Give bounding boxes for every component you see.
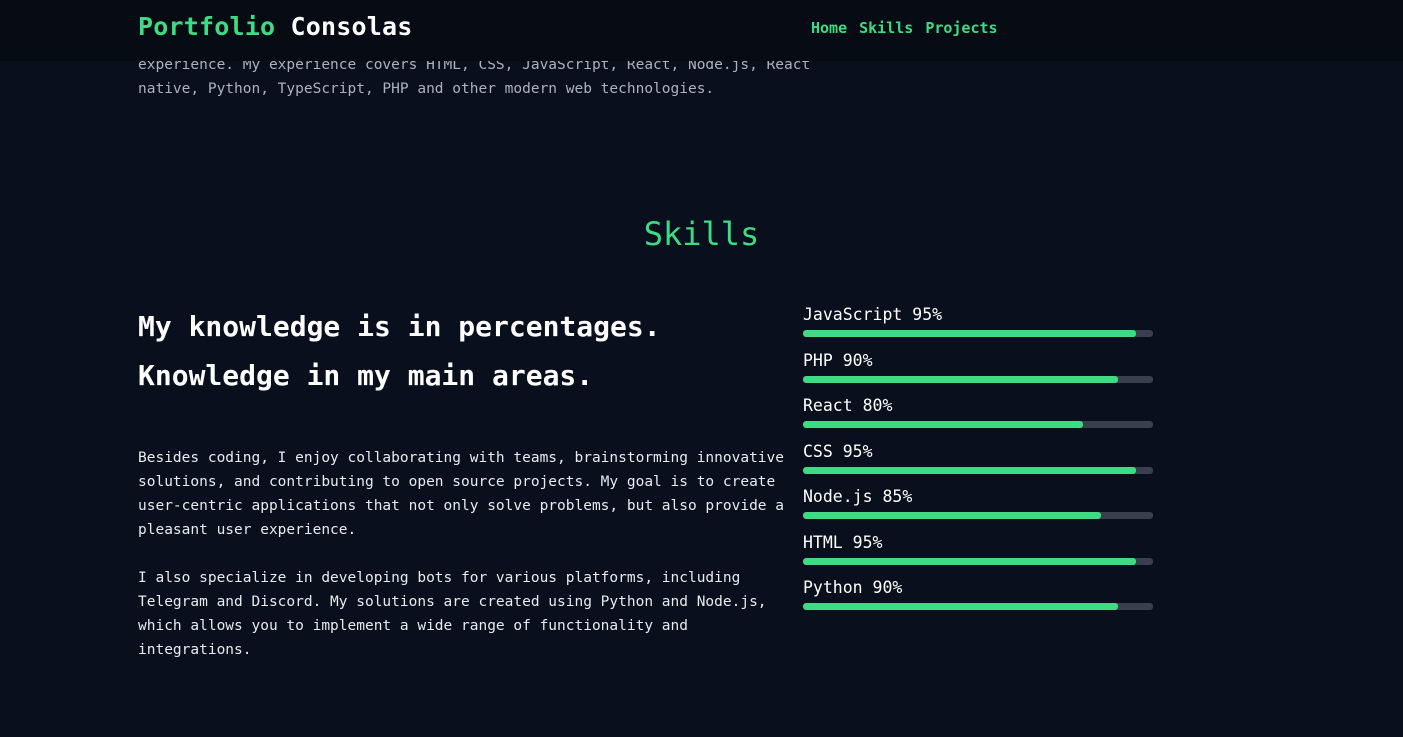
skills-progress-list: JavaScript 95% PHP 90% React 80% CSS 95%… xyxy=(803,303,1153,622)
nav-link-skills[interactable]: Skills xyxy=(859,18,913,38)
nav-link-projects[interactable]: Projects xyxy=(925,18,997,38)
skill-item-react: React 80% xyxy=(803,394,1153,440)
skill-label: HTML 95% xyxy=(803,532,883,552)
brand-main-text: Consolas xyxy=(290,12,413,41)
main-nav: Home Skills Projects xyxy=(811,18,998,38)
skill-item-php: PHP 90% xyxy=(803,349,1153,395)
brand-accent-text: Portfolio xyxy=(138,12,276,41)
skill-progress-fill xyxy=(803,557,1136,565)
skill-progress-fill xyxy=(803,512,1101,519)
skill-progress-fill xyxy=(803,603,1118,610)
top-navigation-bar: Portfolio Consolas Home Skills Projects xyxy=(0,0,1403,61)
nav-link-home[interactable]: Home xyxy=(811,18,847,38)
skill-progress-fill xyxy=(803,375,1118,383)
skill-label: React 80% xyxy=(803,396,893,415)
skill-progress-track xyxy=(803,330,1153,337)
skill-label: CSS 95% xyxy=(803,441,873,461)
skill-progress-track xyxy=(803,375,1153,383)
skill-progress-track xyxy=(803,512,1153,519)
skill-progress-fill xyxy=(803,421,1083,428)
skill-item-html: HTML 95% xyxy=(803,531,1153,577)
skill-progress-track xyxy=(803,466,1153,474)
skills-paragraph-collaboration: Besides coding, I enjoy collaborating wi… xyxy=(138,450,785,538)
skill-item-python: Python 90% xyxy=(803,576,1153,622)
skill-label: Node.js 85% xyxy=(803,487,913,506)
skill-item-nodejs: Node.js 85% xyxy=(803,485,1153,531)
brand-logo[interactable]: Portfolio Consolas xyxy=(138,12,413,42)
skill-label: PHP 90% xyxy=(803,350,873,370)
skill-progress-track xyxy=(803,421,1153,428)
skill-progress-track xyxy=(803,557,1153,565)
skills-section-title: Skills xyxy=(643,215,760,253)
skill-item-css: CSS 95% xyxy=(803,440,1153,486)
skills-heading: My knowledge is in percentages. Knowledg… xyxy=(138,310,661,392)
skills-paragraph-bots: I also specialize in developing bots for… xyxy=(138,570,767,658)
skill-item-javascript: JavaScript 95% xyxy=(803,303,1153,349)
skill-progress-fill xyxy=(803,330,1136,337)
skill-progress-fill xyxy=(803,466,1136,474)
skill-progress-track xyxy=(803,603,1153,610)
skills-description: My knowledge is in percentages. Knowledg… xyxy=(138,302,788,662)
skill-label: Python 90% xyxy=(803,578,903,597)
skill-label: JavaScript 95% xyxy=(803,305,943,324)
